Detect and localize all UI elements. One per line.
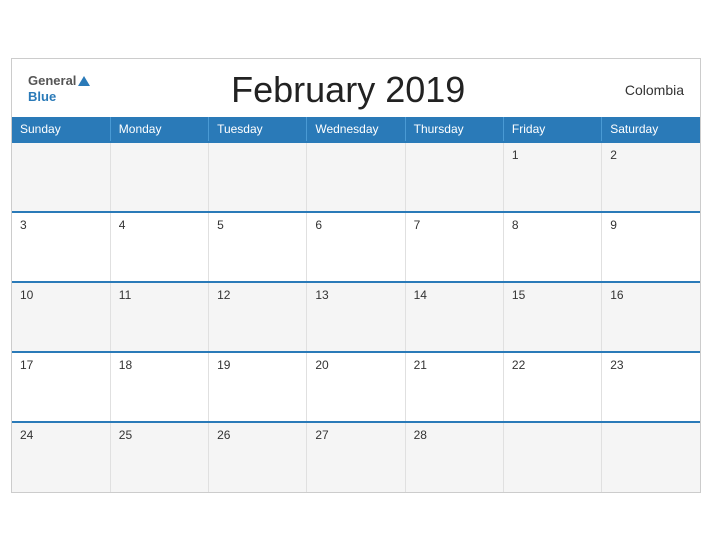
calendar-day — [602, 422, 700, 492]
week-row-2: 3456789 — [12, 212, 700, 282]
calendar-day: 24 — [12, 422, 110, 492]
week-row-3: 10111213141516 — [12, 282, 700, 352]
calendar-day: 1 — [503, 142, 601, 212]
calendar-day: 19 — [209, 352, 307, 422]
calendar-day: 11 — [110, 282, 208, 352]
calendar-day — [12, 142, 110, 212]
calendar-day: 2 — [602, 142, 700, 212]
calendar-day: 28 — [405, 422, 503, 492]
header-friday: Friday — [503, 117, 601, 142]
calendar-day: 5 — [209, 212, 307, 282]
calendar-day: 12 — [209, 282, 307, 352]
calendar-day: 18 — [110, 352, 208, 422]
calendar-table: Sunday Monday Tuesday Wednesday Thursday… — [12, 117, 700, 492]
country-label: Colombia — [604, 82, 684, 98]
calendar-day: 9 — [602, 212, 700, 282]
calendar-day: 4 — [110, 212, 208, 282]
calendar-day: 3 — [12, 212, 110, 282]
header-sunday: Sunday — [12, 117, 110, 142]
calendar-day: 25 — [110, 422, 208, 492]
calendar: General Blue February 2019 Colombia Sund… — [11, 58, 701, 493]
header-monday: Monday — [110, 117, 208, 142]
calendar-day: 22 — [503, 352, 601, 422]
calendar-day: 10 — [12, 282, 110, 352]
week-row-1: 12 — [12, 142, 700, 212]
calendar-day — [209, 142, 307, 212]
month-title: February 2019 — [92, 69, 604, 111]
calendar-day: 20 — [307, 352, 405, 422]
calendar-day: 6 — [307, 212, 405, 282]
logo-general-text: General — [28, 74, 76, 88]
calendar-day: 21 — [405, 352, 503, 422]
week-row-5: 2425262728 — [12, 422, 700, 492]
calendar-day — [307, 142, 405, 212]
calendar-header: General Blue February 2019 Colombia — [12, 59, 700, 117]
calendar-day: 8 — [503, 212, 601, 282]
calendar-day — [503, 422, 601, 492]
calendar-day: 15 — [503, 282, 601, 352]
calendar-day: 16 — [602, 282, 700, 352]
weekday-header-row: Sunday Monday Tuesday Wednesday Thursday… — [12, 117, 700, 142]
week-row-4: 17181920212223 — [12, 352, 700, 422]
calendar-day: 26 — [209, 422, 307, 492]
calendar-day: 23 — [602, 352, 700, 422]
calendar-day: 27 — [307, 422, 405, 492]
calendar-day: 17 — [12, 352, 110, 422]
calendar-day — [405, 142, 503, 212]
header-saturday: Saturday — [602, 117, 700, 142]
calendar-day: 14 — [405, 282, 503, 352]
header-wednesday: Wednesday — [307, 117, 405, 142]
logo-triangle-icon — [78, 76, 90, 86]
logo: General Blue — [28, 74, 92, 106]
header-tuesday: Tuesday — [209, 117, 307, 142]
calendar-day — [110, 142, 208, 212]
header-thursday: Thursday — [405, 117, 503, 142]
calendar-day: 13 — [307, 282, 405, 352]
calendar-day: 7 — [405, 212, 503, 282]
logo-blue-text: Blue — [28, 89, 56, 104]
